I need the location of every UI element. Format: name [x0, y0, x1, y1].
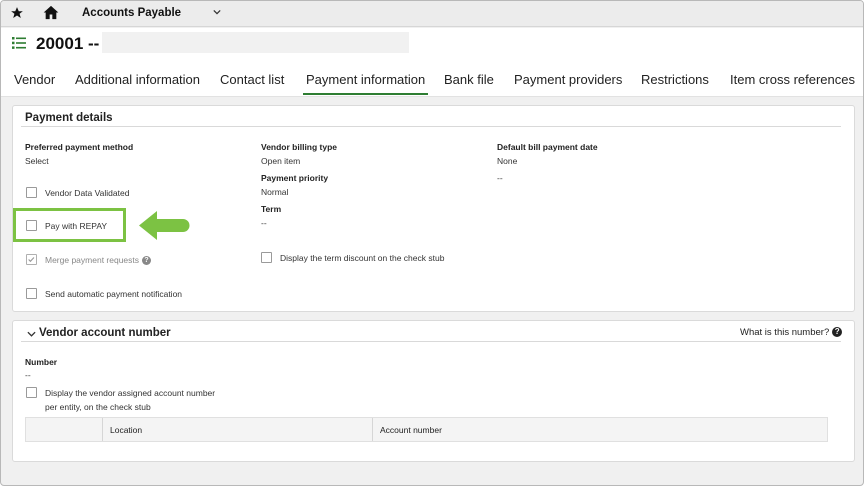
what-is-this-number-link[interactable]: What is this number?? — [740, 327, 843, 338]
vendor-data-validated-label: Vendor Data Validated — [45, 188, 130, 198]
display-term-discount-checkbox[interactable] — [261, 252, 272, 263]
tab-payment-providers[interactable]: Payment providers — [514, 72, 622, 93]
tab-additional-information[interactable]: Additional information — [75, 72, 200, 93]
list-icon[interactable] — [12, 37, 26, 49]
merge-payment-requests-label: Merge payment requests? — [45, 255, 152, 266]
default-bill-payment-date-label: Default bill payment date — [497, 142, 598, 152]
record-name-redacted — [102, 32, 409, 53]
column-header-location[interactable]: Location — [110, 425, 142, 435]
payment-priority-label: Payment priority — [261, 173, 329, 183]
tab-item-cross-references[interactable]: Item cross references — [730, 72, 855, 93]
vendor-account-title[interactable]: Vendor account number — [39, 327, 171, 339]
payment-details-title: Payment details — [25, 112, 113, 124]
chevron-down-icon[interactable] — [213, 9, 221, 15]
number-value: -- — [25, 370, 31, 380]
merge-payment-requests-checkbox[interactable] — [26, 254, 37, 265]
help-icon[interactable]: ? — [832, 327, 843, 338]
tab-vendor[interactable]: Vendor — [14, 72, 55, 93]
pay-with-repay-label: Pay with REPAY — [45, 221, 108, 231]
app-window: Accounts Payable 20001 -- Vendor Additio… — [0, 0, 864, 486]
number-label: Number — [25, 357, 58, 367]
page-title: 20001 -- — [36, 34, 100, 53]
payment-priority-value: Normal — [261, 187, 289, 197]
help-icon[interactable]: ? — [142, 256, 152, 266]
preferred-payment-method-select[interactable]: Select — [25, 156, 49, 166]
column-separator — [102, 418, 103, 441]
display-account-number-label-line2: per entity, on the check stub — [45, 402, 151, 412]
pay-with-repay-checkbox[interactable] — [26, 220, 37, 231]
home-icon[interactable] — [43, 5, 59, 20]
send-automatic-notification-checkbox[interactable] — [26, 288, 37, 299]
tab-contact-list[interactable]: Contact list — [220, 72, 284, 93]
vendor-billing-type-value: Open item — [261, 156, 301, 166]
column-header-account-number[interactable]: Account number — [380, 425, 442, 435]
column-separator — [372, 418, 373, 441]
term-value: -- — [261, 218, 267, 228]
tab-payment-information[interactable]: Payment information — [303, 72, 429, 95]
term-label: Term — [261, 204, 282, 214]
arrow-left-icon — [139, 211, 190, 240]
divider — [21, 341, 841, 342]
account-number-table: Location Account number — [25, 417, 828, 442]
check-icon — [28, 257, 35, 263]
vendor-billing-type-label: Vendor billing type — [261, 142, 338, 152]
tab-restrictions[interactable]: Restrictions — [641, 72, 709, 93]
send-automatic-notification-label: Send automatic payment notification — [45, 289, 183, 299]
tab-bank-file[interactable]: Bank file — [444, 72, 494, 93]
display-account-number-checkbox[interactable] — [26, 387, 37, 398]
vendor-data-validated-checkbox[interactable] — [26, 187, 37, 198]
display-term-discount-label: Display the term discount on the check s… — [280, 253, 445, 263]
default-bill-payment-date-extra: -- — [497, 173, 503, 183]
module-title[interactable]: Accounts Payable — [82, 7, 181, 19]
top-nav-bar: Accounts Payable — [1, 1, 863, 27]
star-icon[interactable] — [10, 6, 24, 20]
display-account-number-label-line1: Display the vendor assigned account numb… — [45, 388, 216, 398]
preferred-payment-method-label: Preferred payment method — [25, 142, 134, 152]
default-bill-payment-date-value: None — [497, 156, 518, 166]
chevron-down-icon[interactable] — [27, 331, 36, 337]
divider — [21, 126, 841, 127]
tab-bar: Vendor Additional information Contact li… — [1, 61, 863, 97]
record-header: 20001 -- — [1, 28, 863, 61]
